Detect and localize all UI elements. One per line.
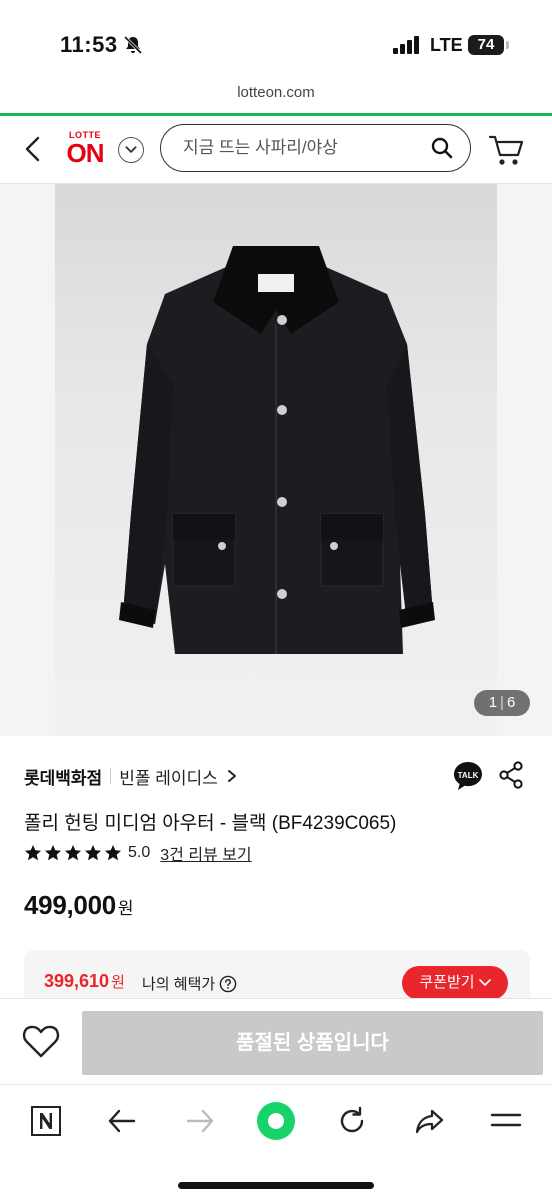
chevron-right-icon [227,770,236,782]
search-box[interactable] [160,124,471,172]
reload-icon[interactable] [332,1101,372,1141]
forward-share-icon[interactable] [410,1101,450,1141]
menu-icon[interactable] [486,1101,526,1141]
logo-on-text: ON [66,138,105,168]
talk-chat-icon[interactable]: TALK [452,760,484,792]
star-icon [45,845,61,861]
image-pager: 1 | 6 [474,690,530,716]
chevron-down-icon [478,979,491,986]
divider [110,768,112,784]
coupon-label: 쿠폰받기 [419,974,475,991]
back-icon[interactable] [20,134,46,164]
my-benefit-text: 나의 혜택가 [142,976,216,993]
green-home-icon[interactable] [256,1101,296,1141]
star-icon [105,845,121,861]
share-icon[interactable] [498,761,524,789]
star-icon [65,845,81,861]
coupon-button[interactable]: 쿠폰받기 [402,966,508,1000]
cart-icon[interactable] [488,133,524,167]
site-header: LOTTE ON [0,116,552,184]
lotte-on-logo[interactable]: LOTTE ON [62,130,108,170]
talk-label: TALK [458,771,479,780]
soldout-button[interactable]: 품절된 상품입니다 [82,1011,543,1075]
product-price: 499,000 원 [24,890,134,921]
bell-muted-icon [123,35,143,55]
my-benefit-label[interactable]: 나의 혜택가 [142,973,237,994]
brand-row[interactable]: 롯데백화점 빈폴 레이디스 [24,764,238,788]
brand-name[interactable]: 빈폴 레이디스 [119,764,218,789]
rating-row: 5.0 3건 리뷰 보기 [24,842,252,864]
signal-icon [393,36,419,54]
benefit-price: 399,610 원 [44,971,125,992]
browser-forward-icon[interactable] [180,1101,220,1141]
network-type: LTE [430,35,463,55]
star-icon [25,845,41,861]
chevron-down-icon[interactable] [118,137,144,163]
star-icon [85,845,101,861]
pager-current: 1 [488,694,498,711]
pager-separator: | [500,694,504,711]
search-icon[interactable] [430,136,454,160]
search-input[interactable] [183,135,418,161]
home-indicator [178,1182,374,1189]
status-bar: 11:53 LTE 74 [0,0,552,84]
reviews-link[interactable]: 3건 리뷰 보기 [160,841,251,865]
store-name: 롯데백화점 [24,768,103,788]
status-time: 11:53 [60,32,118,57]
rating-score: 5.0 [128,844,151,861]
naver-n-icon[interactable] [26,1101,66,1141]
purchase-bar: 품절된 상품입니다 [0,998,552,1084]
help-icon[interactable] [219,975,237,993]
browser-back-icon[interactable] [102,1101,142,1141]
benefit-price-unit: 원 [111,974,125,991]
wishlist-heart-icon[interactable] [22,1023,60,1059]
product-gallery[interactable]: 1 | 6 [0,184,552,736]
rating-stars [24,844,124,862]
pager-total: 6 [506,694,516,711]
price-value: 499,000 [24,890,116,920]
url-bar[interactable]: lotteon.com [0,84,552,114]
benefit-price-value: 399,610 [44,971,110,991]
price-unit: 원 [117,899,134,918]
product-title: 폴리 헌팅 미디엄 아우터 - 블랙 (BF4239C065) [24,813,397,834]
product-image[interactable] [55,184,497,736]
battery-icon: 74 [468,35,509,55]
